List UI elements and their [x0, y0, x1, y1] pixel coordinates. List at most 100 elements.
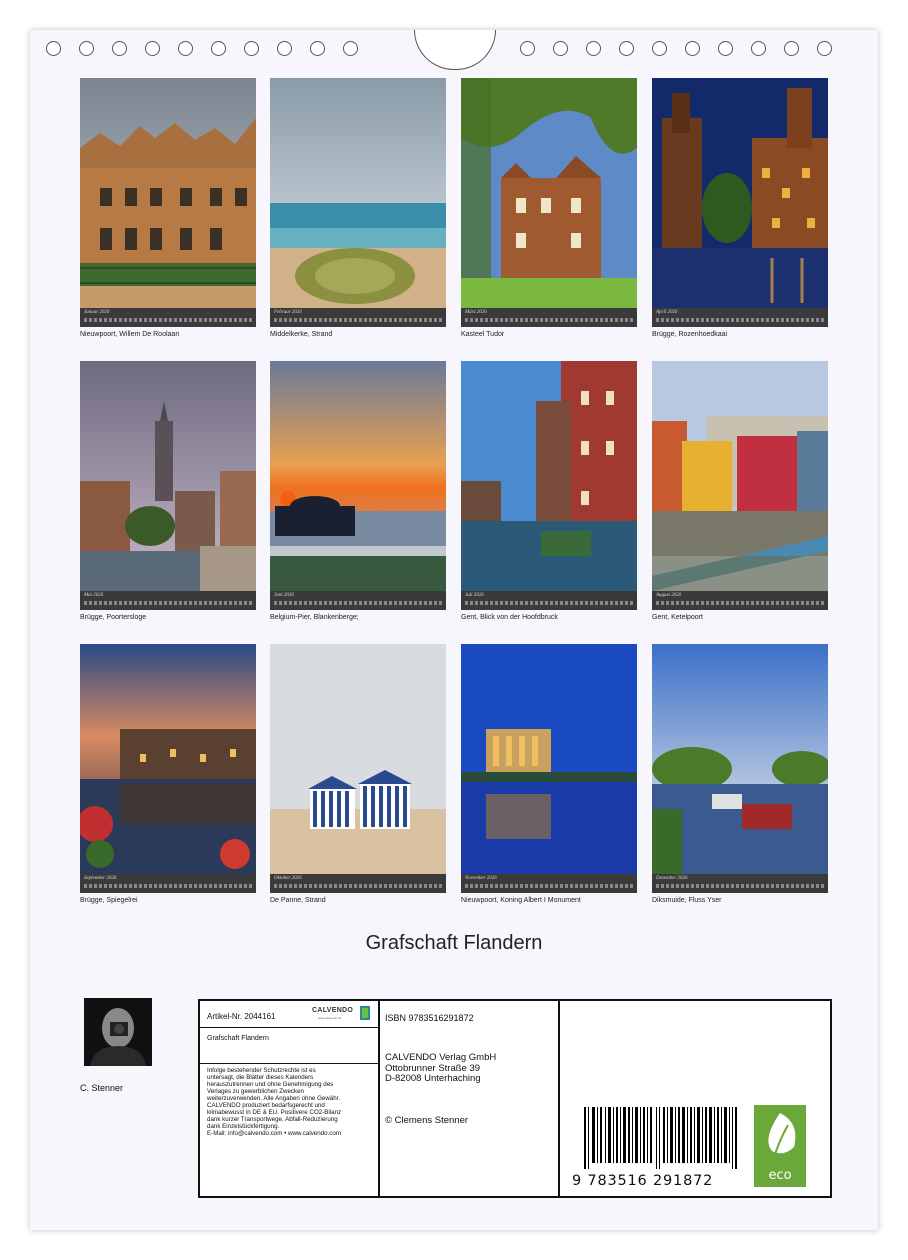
month-photo-cell: Mai 2026 Brügge, Poortersloge [80, 361, 256, 631]
binding-hole [817, 41, 832, 56]
binding-hole [343, 41, 358, 56]
calendar-strip: Januar 2026 [80, 308, 256, 327]
month-photo-cell: August 2026 Gent, Ketelpoort [652, 361, 828, 631]
calendar-days [465, 884, 633, 888]
photo-caption: Diksmuide, Fluss Yser [652, 897, 722, 904]
calvendo-logo: CALVENDO www.calvendo.de [312, 1006, 370, 1024]
photo-monument [461, 644, 637, 874]
product-title: Grafschaft Flandern [207, 1035, 269, 1042]
month-photo-cell: Juli 2026 Gent, Blick von der Hoofdbruck [461, 361, 637, 631]
binding-hole [784, 41, 799, 56]
month-label: Oktober 2026 [274, 876, 302, 881]
divider [200, 1027, 378, 1028]
month-label: Mai 2026 [84, 593, 104, 598]
eco-badge: eco [754, 1105, 806, 1187]
binding-hole [79, 41, 94, 56]
calendar-strip: Juli 2026 [461, 591, 637, 610]
photo-caption: Nieuwpoort, Willem De Roolaan [80, 331, 180, 338]
legal-notice: Infolge bestehender Schutzrechte ist es … [207, 1067, 342, 1137]
binding-hole [619, 41, 634, 56]
calendar-days [274, 318, 442, 322]
calendar-strip: Oktober 2026 [270, 874, 446, 893]
calendar-strip: April 2026 [652, 308, 828, 327]
photo-pier-sunset [270, 361, 446, 591]
calendar-strip: September 2026 [80, 874, 256, 893]
calendar-strip: August 2026 [652, 591, 828, 610]
binding-hole [751, 41, 766, 56]
eco-label: eco [768, 1168, 792, 1183]
isbn: ISBN 9783516291872 [385, 1013, 474, 1023]
month-label: September 2026 [84, 876, 117, 881]
calendar-days [84, 884, 252, 888]
photo-gent-canal [461, 361, 637, 591]
author-portrait [84, 998, 152, 1066]
month-photo-cell: Dezember 2026 Diksmuide, Fluss Yser [652, 644, 828, 914]
photo-beach-huts [270, 644, 446, 874]
calendar-days [274, 884, 442, 888]
calendar-strip: Februar 2026 [270, 308, 446, 327]
month-label: August 2026 [656, 593, 682, 598]
calendar-days [656, 318, 824, 322]
calvendo-mark-icon [360, 1006, 370, 1020]
divider [200, 1063, 378, 1064]
calendar-strip: März 2026 [461, 308, 637, 327]
month-label: März 2026 [465, 310, 487, 315]
photo-caption: Kasteel Tudor [461, 331, 505, 338]
photo-caption: Gent, Ketelpoort [652, 614, 703, 621]
binding-hole [718, 41, 733, 56]
month-label: Februar 2026 [274, 310, 302, 315]
publisher-address: CALVENDO Verlag GmbH Ottobrunner Straße … [385, 1052, 497, 1084]
calvendo-wordmark: CALVENDO [312, 1007, 354, 1014]
month-photo-cell: Januar 2026 Nieuwpoort, Willem De Roolaa… [80, 78, 256, 348]
calendar-strip: Juni 2026 [270, 591, 446, 610]
photo-ketelpoort [652, 361, 828, 591]
binding-hole [244, 41, 259, 56]
photo-castle [461, 78, 637, 308]
month-label: Juli 2026 [465, 593, 484, 598]
calendar-days [656, 884, 824, 888]
photo-caption: Middelkerke, Strand [270, 331, 333, 338]
photo-caption: Brügge, Spiegelrei [80, 897, 138, 904]
binding-hole [586, 41, 601, 56]
month-label: April 2026 [656, 310, 678, 315]
divider [378, 1001, 380, 1196]
copyright: © Clemens Stenner [385, 1115, 469, 1126]
month-photo-cell: November 2026 Nieuwpoort, Koning Albert … [461, 644, 637, 914]
article-number: Artikel-Nr. 2044161 [207, 1012, 276, 1021]
calvendo-subline: www.calvendo.de [318, 1016, 342, 1020]
month-label: November 2026 [465, 876, 497, 881]
calendar-strip: Mai 2026 [80, 591, 256, 610]
month-label: Dezember 2026 [656, 876, 688, 881]
calendar-strip: Dezember 2026 [652, 874, 828, 893]
photo-yser-river [652, 644, 828, 874]
imprint-box: Artikel-Nr. 2044161 CALVENDO www.calvend… [198, 999, 832, 1198]
month-photo-cell: März 2026 Kasteel Tudor [461, 78, 637, 348]
divider [558, 1001, 560, 1196]
month-label: Juni 2026 [274, 593, 294, 598]
photo-caption: Belgium-Pier, Blankenberge; [270, 614, 359, 621]
photo-brick-house [80, 78, 256, 308]
month-photo-cell: September 2026 Brügge, Spiegelrei [80, 644, 256, 914]
month-photo-cell: April 2026 Brügge, Rozenhoedkaai [652, 78, 828, 348]
photo-bruges-tower [80, 361, 256, 591]
binding-hole [46, 41, 61, 56]
binding-hole [112, 41, 127, 56]
binding-hole [310, 41, 325, 56]
month-photo-cell: Oktober 2026 De Panne, Strand [270, 644, 446, 914]
month-photo-cell: Juni 2026 Belgium-Pier, Blankenberge; [270, 361, 446, 631]
binding-hole [685, 41, 700, 56]
photo-caption: Nieuwpoort, Koning Albert I Monument [461, 897, 581, 904]
calendar-days [84, 318, 252, 322]
binding-hole [277, 41, 292, 56]
photo-caption: De Panne, Strand [270, 897, 326, 904]
photo-caption: Brügge, Poortersloge [80, 614, 147, 621]
barcode-number: 9 783516 291872 [572, 1173, 714, 1189]
month-label: Januar 2026 [84, 310, 110, 315]
photo-caption: Brügge, Rozenhoedkaai [652, 331, 728, 338]
binding-hole [145, 41, 160, 56]
calendar-days [84, 601, 252, 605]
calendar-title: Grafschaft Flandern [365, 932, 543, 954]
leaf-icon [768, 1113, 796, 1158]
barcode [584, 1107, 737, 1169]
photo-night-canal [652, 78, 828, 308]
